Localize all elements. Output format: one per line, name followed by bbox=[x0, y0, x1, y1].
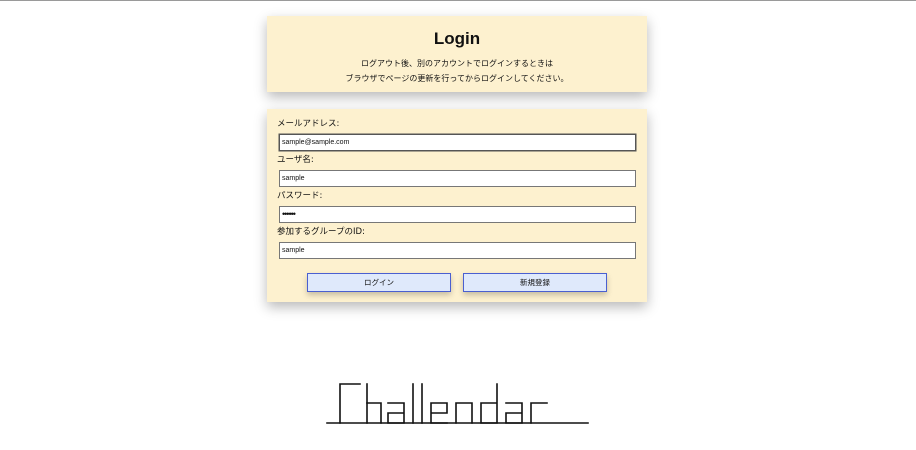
group-id-label: 参加するグループのID: bbox=[277, 227, 365, 237]
page-title: Login bbox=[433, 29, 481, 48]
login-header-card: Login ログアウト後、別のアカウントでログインするときは ブラウザでページの… bbox=[267, 16, 647, 92]
password-field[interactable]: •••••• bbox=[279, 206, 636, 223]
challendar-logo bbox=[326, 383, 589, 424]
notice-line-1: ログアウト後、別のアカウントでログインするときは bbox=[361, 59, 553, 68]
username-field[interactable]: sample bbox=[279, 170, 636, 187]
password-label: パスワード: bbox=[277, 191, 323, 201]
login-form: メールアドレス: sample@sample.com ユーザ名: sample … bbox=[267, 109, 647, 302]
group-id-field[interactable]: sample bbox=[279, 242, 636, 259]
email-field[interactable]: sample@sample.com bbox=[279, 134, 636, 151]
email-label: メールアドレス: bbox=[277, 119, 340, 129]
top-divider bbox=[0, 0, 916, 1]
register-button[interactable]: 新規登録 bbox=[463, 273, 607, 292]
login-button[interactable]: ログイン bbox=[307, 273, 451, 292]
notice-line-2: ブラウザでページの更新を行ってからログインしてください。 bbox=[345, 74, 569, 83]
username-label: ユーザ名: bbox=[277, 155, 314, 165]
